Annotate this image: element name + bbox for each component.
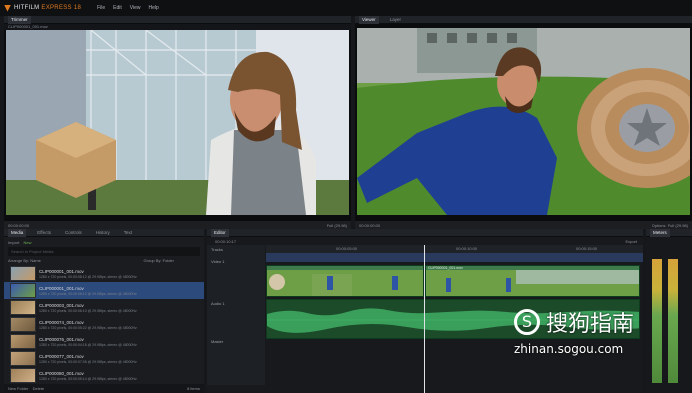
video-clip[interactable]: CLIP000001_001.mov <box>425 265 640 297</box>
trimmer-panel: Trimmer CLIP000001_001.mov 00:00:00:00 F… <box>4 15 351 229</box>
trimmer-timecode: 00:00:00:00 <box>8 222 30 228</box>
editor-window: HITFILM EXPRESS 18 File Edit View Help T… <box>0 0 692 393</box>
import-button[interactable]: Import <box>8 240 19 245</box>
list-item-selected[interactable]: CLIP000001_001.mov 1280 x 720 pixels, 00:… <box>4 282 204 299</box>
export-button[interactable]: Export <box>625 239 637 244</box>
editor-timecode: 00:00:10:17 <box>215 238 237 244</box>
top-bar: HITFILM EXPRESS 18 File Edit View Help <box>0 0 692 16</box>
clip-thumbnail <box>10 266 36 281</box>
menu-edit[interactable]: Edit <box>113 5 122 11</box>
tracks-label: Tracks <box>211 247 223 252</box>
media-tabs: Media Effects Controls History Text <box>4 228 204 237</box>
viewer-panel: Viewer Layer 00:00:00:00 Options Full (2… <box>355 15 692 229</box>
tab-editor[interactable]: Editor <box>211 228 229 237</box>
watermark: S 搜狗指南 zhinan.sogou.com <box>514 306 684 368</box>
sogou-logo-icon: S <box>514 309 540 335</box>
list-item[interactable]: CLIP000003_001.mov 1280 x 720 pixels, 00:… <box>4 299 204 316</box>
meters-header: Meters <box>646 228 692 237</box>
editor-toolbar: 00:00:10:17 Export <box>207 237 643 245</box>
clip-thumbnail <box>10 351 36 366</box>
group-select[interactable]: Group By: Folder <box>144 258 174 263</box>
clip-thumbnail <box>10 300 36 315</box>
viewer-header: Viewer Layer <box>355 15 692 24</box>
arrange-select[interactable]: Arrange By: Name <box>8 258 41 263</box>
time-ruler[interactable]: 00:00:05:00 00:00:10:00 00:00:15:00 <box>266 245 643 253</box>
trimmer-video-frame[interactable] <box>6 30 349 215</box>
media-search-field[interactable]: Search in Project Media <box>8 247 200 256</box>
work-area-bar[interactable] <box>266 253 643 262</box>
tab-controls[interactable]: Controls <box>62 229 85 237</box>
menu-help[interactable]: Help <box>149 5 159 11</box>
trimmer-clip-name: CLIP000001_001.mov <box>8 24 48 29</box>
list-item[interactable]: CLIP000077_001.mov 1280 x 720 pixels, 00:… <box>4 350 204 367</box>
tab-effects[interactable]: Effects <box>34 229 54 237</box>
item-count: 8 items <box>187 386 200 391</box>
tab-viewer[interactable]: Viewer <box>359 15 379 24</box>
trimmer-fps: (29.98) <box>334 222 347 228</box>
video-clip[interactable] <box>266 265 424 297</box>
media-toolbar: Import New <box>4 237 204 247</box>
trimmer-frame-image <box>6 30 349 215</box>
audio-track-label: Audio 1 <box>211 301 225 306</box>
clip-filmstrip <box>426 270 639 296</box>
list-item[interactable]: CLIP000080_001.mov 1280 x 720 pixels, 00:… <box>4 367 204 384</box>
tab-trimmer[interactable]: Trimmer <box>8 15 31 24</box>
clip-thumbnail <box>10 317 36 332</box>
track-headers: Tracks Video 1 Audio 1 Master <box>207 245 265 385</box>
tab-layer[interactable]: Layer <box>387 16 404 24</box>
list-item[interactable]: CLIP000076_001.mov 1280 x 720 pixels, 00:… <box>4 333 204 350</box>
new-button[interactable]: New <box>24 240 32 245</box>
watermark-url: zhinan.sogou.com <box>514 342 624 356</box>
tab-media[interactable]: Media <box>8 228 27 237</box>
app-title: HITFILM EXPRESS 18 <box>14 5 82 11</box>
viewer-timecode: 00:00:00:00 <box>359 222 381 228</box>
viewer-frame-image <box>357 28 690 215</box>
ruler-mark: 00:00:10:00 <box>456 246 478 251</box>
trimmer-footer: 00:00:00:00 Full (29.98) <box>4 221 351 229</box>
clip-thumbnail <box>10 283 36 298</box>
viewer-video-frame[interactable] <box>357 28 690 215</box>
media-footer: New Folder Delete 8 items <box>4 384 204 393</box>
editor-header: Editor <box>207 228 643 237</box>
clip-thumbnail <box>10 334 36 349</box>
ruler-mark: 00:00:05:00 <box>336 246 358 251</box>
hitfilm-logo-icon <box>4 4 11 12</box>
clip-filmstrip <box>267 270 423 296</box>
master-track-label: Master <box>211 339 224 344</box>
list-item[interactable]: CLIP000001_001.mov 1280 x 720 pixels, 00:… <box>4 265 204 282</box>
trimmer-zoom-select[interactable]: Full <box>327 223 333 228</box>
viewer-zoom-select[interactable]: Full <box>668 223 674 228</box>
trimmer-header: Trimmer <box>4 15 351 24</box>
new-folder-button[interactable]: New Folder <box>8 386 28 391</box>
list-item[interactable]: CLIP000074_001.mov 1280 x 720 pixels, 00:… <box>4 316 204 333</box>
clip-thumbnail <box>10 368 36 383</box>
menu-file[interactable]: File <box>97 5 105 11</box>
delete-button[interactable]: Delete <box>33 386 45 391</box>
tab-text[interactable]: Text <box>121 229 135 237</box>
tab-meters[interactable]: Meters <box>650 228 670 237</box>
media-list: CLIP000001_001.mov 1280 x 720 pixels, 00:… <box>4 265 204 385</box>
menu-view[interactable]: View <box>130 5 141 11</box>
arrange-bar: Arrange By: Name Group By: Folder <box>4 256 204 264</box>
viewer-fps: (29.98) <box>675 222 688 228</box>
media-panel: Media Effects Controls History Text Impo… <box>4 228 204 393</box>
video-track-label: Video 1 <box>211 259 225 264</box>
playhead[interactable] <box>424 245 425 393</box>
viewer-options[interactable]: Options <box>652 223 666 228</box>
viewer-footer: 00:00:00:00 Options Full (29.98) <box>355 221 692 229</box>
tab-history[interactable]: History <box>93 229 113 237</box>
ruler-mark: 00:00:15:00 <box>576 246 598 251</box>
watermark-title: 搜狗指南 <box>546 312 635 337</box>
